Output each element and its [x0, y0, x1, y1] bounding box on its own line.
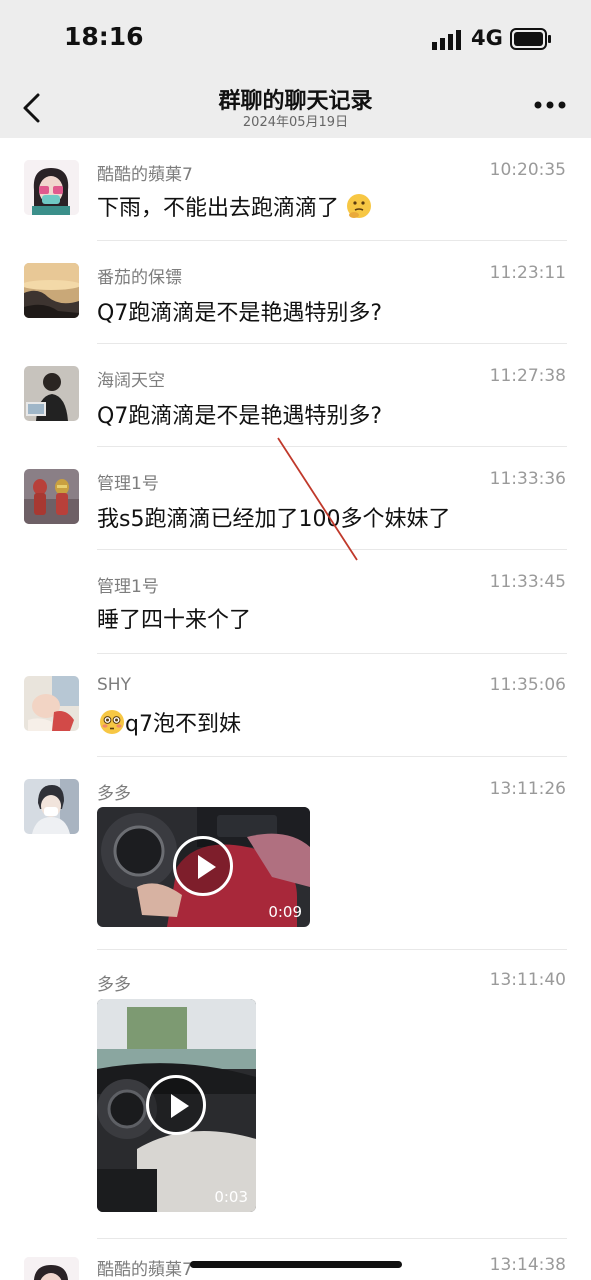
message-time: 10:20:35: [489, 160, 566, 180]
sender-name: 海阔天空: [97, 371, 165, 391]
sender-name: 番茄的保镖: [97, 268, 182, 288]
message-text: Q7跑滴滴是不是艳遇特别多?: [97, 404, 382, 429]
message-text-content: q7泡不到妹: [125, 712, 241, 737]
avatar[interactable]: [24, 676, 79, 731]
play-button[interactable]: [146, 1075, 206, 1135]
video-duration: 0:09: [268, 903, 302, 921]
message-row[interactable]: 海阔天空 11:27:38 Q7跑滴滴是不是艳遇特别多?: [0, 344, 591, 447]
message-row[interactable]: 管理1号 11:33:36 我s5跑滴滴已经加了100多个妹妹了: [0, 447, 591, 550]
message-row[interactable]: 番茄的保镖 11:23:11 Q7跑滴滴是不是艳遇特别多?: [0, 241, 591, 344]
message-time: 11:27:38: [489, 366, 566, 386]
message-time: 11:33:45: [489, 572, 566, 592]
sender-name: 酷酷的蘋菓7: [97, 165, 193, 185]
message-text-content: 下雨，不能出去跑滴滴了: [97, 196, 340, 221]
sender-name: 多多: [97, 975, 131, 995]
message-time: 13:11:40: [489, 970, 566, 990]
message-time: 13:11:26: [489, 779, 566, 799]
message-row[interactable]: 多多 13:11:40 0:03: [0, 950, 591, 1239]
message-text: 睡了四十来个了: [97, 608, 252, 633]
page-subtitle: 2024年05月19日: [242, 115, 349, 130]
message-text: 下雨，不能出去跑滴滴了: [97, 190, 372, 222]
thinking-face-icon: [347, 194, 372, 218]
avatar[interactable]: [24, 263, 79, 318]
home-indicator: [190, 1261, 402, 1268]
message-row[interactable]: 多多 13:11:26 0:09: [0, 757, 591, 950]
signal-icon: [432, 30, 461, 50]
message-time: 11:35:06: [489, 675, 566, 695]
message-time: 11:23:11: [489, 263, 566, 283]
play-icon: [198, 855, 216, 879]
message-row[interactable]: 酷酷的蘋菓7 10:20:35 下雨，不能出去跑滴滴了: [0, 138, 591, 241]
sender-name: 管理1号: [97, 577, 159, 597]
message-text: 我s5跑滴滴已经加了100多个妹妹了: [97, 507, 451, 532]
avatar[interactable]: [24, 779, 79, 834]
play-button[interactable]: [173, 836, 233, 896]
play-icon: [171, 1094, 189, 1118]
sender-name: 酷酷的蘋菓7: [97, 1260, 193, 1280]
message-text: Q7跑滴滴是不是艳遇特别多?: [97, 301, 382, 326]
message-row[interactable]: SHY 11:35:06 q7泡不到妹: [0, 653, 591, 757]
nav-bar: 群聊的聊天记录 2024年05月19日: [0, 80, 591, 138]
message-time: 11:33:36: [489, 469, 566, 489]
avatar[interactable]: [24, 1257, 79, 1280]
message-text: q7泡不到妹: [99, 706, 241, 738]
flushed-face-icon: [100, 710, 124, 734]
battery-icon: [510, 28, 551, 50]
status-time: 18:16: [64, 22, 144, 51]
network-label: 4G: [471, 26, 503, 50]
avatar[interactable]: [24, 366, 79, 421]
sender-name: 管理1号: [97, 474, 159, 494]
video-message[interactable]: 0:03: [97, 999, 256, 1212]
message-row[interactable]: 酷酷的蘋菓7 13:14:38: [0, 1239, 591, 1280]
sender-name: 多多: [97, 784, 131, 804]
status-bar: 18:16 4G: [0, 0, 591, 80]
avatar[interactable]: [24, 160, 79, 215]
video-duration: 0:03: [214, 1188, 248, 1206]
avatar[interactable]: [24, 469, 79, 524]
message-time: 13:14:38: [489, 1255, 566, 1275]
more-icon[interactable]: [533, 98, 567, 112]
sender-name: SHY: [97, 675, 131, 695]
message-row[interactable]: 管理1号 11:33:45 睡了四十来个了: [0, 550, 591, 654]
video-message[interactable]: 0:09: [97, 807, 310, 927]
